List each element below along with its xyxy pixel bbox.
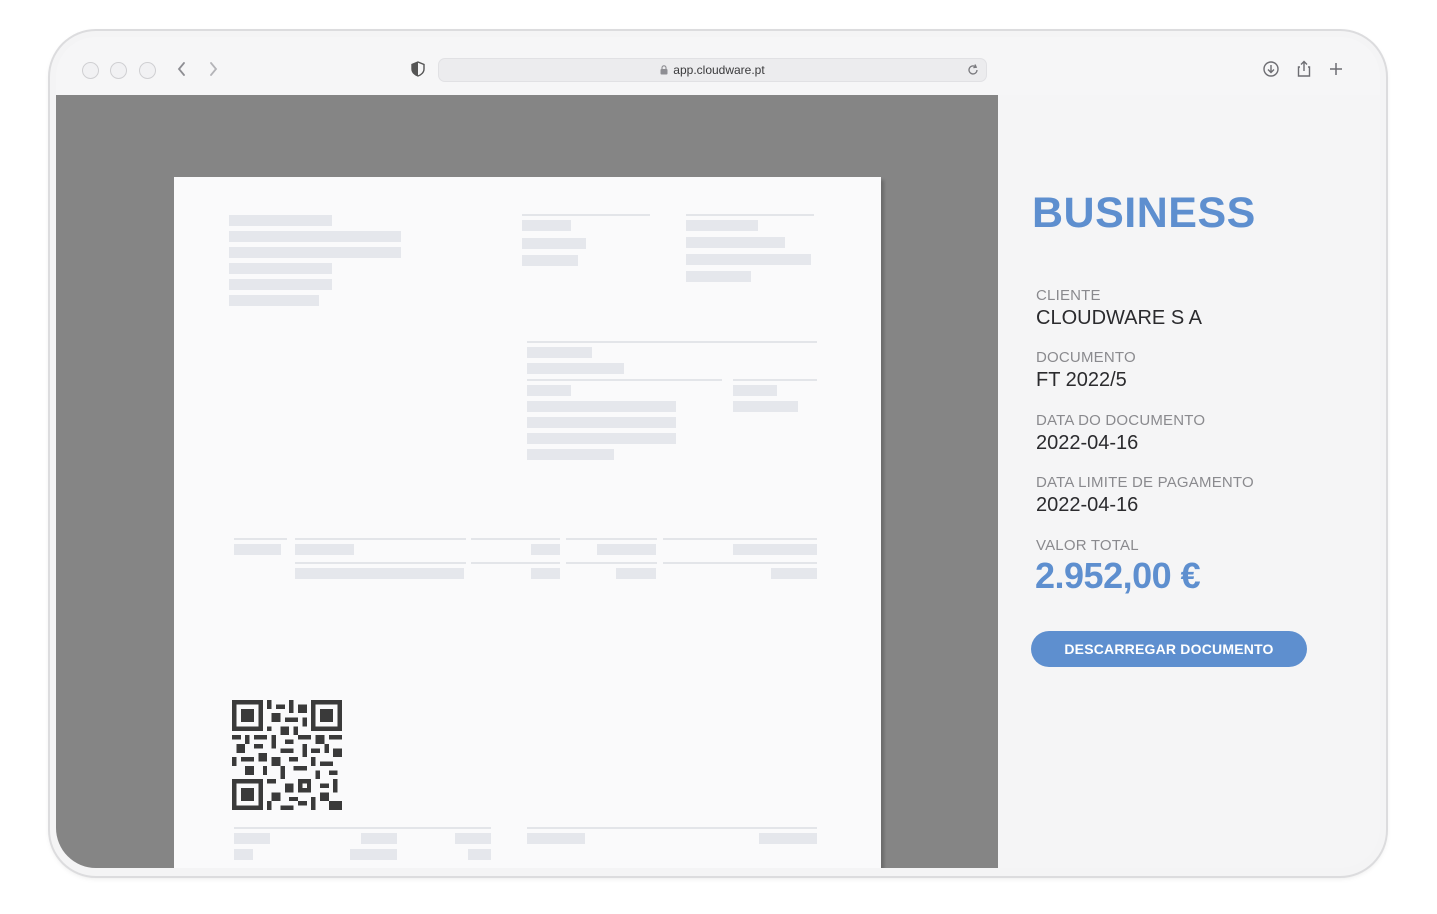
text-placeholder <box>527 449 614 460</box>
divider <box>566 538 657 540</box>
table-header-placeholder <box>597 544 656 555</box>
table-cell-placeholder <box>295 568 464 579</box>
text-placeholder <box>733 385 777 396</box>
address-bar[interactable]: app.cloudware.pt <box>438 58 987 82</box>
new-tab-icon[interactable] <box>1326 59 1346 79</box>
forward-icon[interactable] <box>203 58 223 80</box>
divider <box>295 538 466 540</box>
text-placeholder <box>522 238 586 249</box>
text-placeholder <box>527 363 624 374</box>
document-viewer[interactable] <box>56 95 998 868</box>
download-document-button[interactable]: DESCARREGAR DOCUMENTO <box>1031 631 1307 667</box>
text-placeholder <box>686 271 751 282</box>
back-icon[interactable] <box>172 58 192 80</box>
client-value: CLOUDWARE S A <box>1036 307 1202 329</box>
brand-title: BUSINESS <box>1032 189 1256 237</box>
text-placeholder <box>522 255 578 266</box>
document-info-panel: BUSINESS CLIENTE CLOUDWARE S A DOCUMENTO… <box>998 95 1380 868</box>
table-header-placeholder <box>295 544 354 555</box>
divider <box>471 562 560 564</box>
qr-code-icon <box>232 700 342 810</box>
window-minimize-button[interactable] <box>110 62 127 79</box>
text-placeholder <box>229 231 401 242</box>
payment-due-value: 2022-04-16 <box>1036 494 1139 516</box>
lock-icon <box>660 65 668 75</box>
text-placeholder <box>361 833 397 844</box>
total-value: 2.952,00 € <box>1035 555 1201 596</box>
divider <box>733 379 817 381</box>
text-placeholder <box>234 849 253 860</box>
window-zoom-button[interactable] <box>139 62 156 79</box>
document-label: DOCUMENTO <box>1036 349 1136 366</box>
document-date-label: DATA DO DOCUMENTO <box>1036 412 1206 429</box>
text-placeholder <box>527 385 571 396</box>
divider <box>527 341 817 343</box>
text-placeholder <box>455 833 491 844</box>
divider <box>471 538 560 540</box>
browser-toolbar: app.cloudware.pt <box>56 37 1380 95</box>
table-header-placeholder <box>531 544 560 555</box>
divider <box>663 538 817 540</box>
text-placeholder <box>522 220 571 231</box>
text-placeholder <box>229 215 332 226</box>
text-placeholder <box>527 417 676 428</box>
text-placeholder <box>229 247 401 258</box>
table-cell-placeholder <box>616 568 656 579</box>
text-placeholder <box>527 401 676 412</box>
text-placeholder <box>686 220 758 231</box>
text-placeholder <box>733 401 798 412</box>
total-label: VALOR TOTAL <box>1036 537 1139 554</box>
text-placeholder <box>527 833 585 844</box>
document-value: FT 2022/5 <box>1036 369 1127 391</box>
text-placeholder <box>229 279 332 290</box>
divider <box>686 214 814 216</box>
table-cell-placeholder <box>771 568 817 579</box>
shield-icon[interactable] <box>410 61 426 77</box>
client-label: CLIENTE <box>1036 287 1101 304</box>
share-icon[interactable] <box>1294 59 1314 79</box>
text-placeholder <box>527 433 676 444</box>
divider <box>234 538 287 540</box>
document-date-value: 2022-04-16 <box>1036 432 1139 454</box>
text-placeholder <box>527 347 592 358</box>
text-placeholder <box>229 295 319 306</box>
divider <box>522 214 650 216</box>
address-bar-url: app.cloudware.pt <box>673 63 765 77</box>
download-icon[interactable] <box>1261 59 1281 79</box>
divider <box>663 562 817 564</box>
payment-due-label: DATA LIMITE DE PAGAMENTO <box>1036 474 1254 491</box>
text-placeholder <box>468 849 491 860</box>
divider <box>566 562 657 564</box>
divider <box>527 379 722 381</box>
text-placeholder <box>759 833 817 844</box>
text-placeholder <box>686 254 811 265</box>
document-preview <box>174 177 881 868</box>
divider <box>234 827 491 829</box>
browser-window: app.cloudware.pt BUSINESS CLIENTE CLOUDW… <box>56 37 1380 868</box>
text-placeholder <box>686 237 785 248</box>
text-placeholder <box>229 263 332 274</box>
device-frame: app.cloudware.pt BUSINESS CLIENTE CLOUDW… <box>50 31 1386 876</box>
table-header-placeholder <box>234 544 281 555</box>
divider <box>527 827 817 829</box>
table-cell-placeholder <box>531 568 560 579</box>
text-placeholder <box>234 833 270 844</box>
reload-icon[interactable] <box>966 63 980 77</box>
divider <box>295 562 466 564</box>
text-placeholder <box>350 849 397 860</box>
window-close-button[interactable] <box>82 62 99 79</box>
table-header-placeholder <box>733 544 817 555</box>
